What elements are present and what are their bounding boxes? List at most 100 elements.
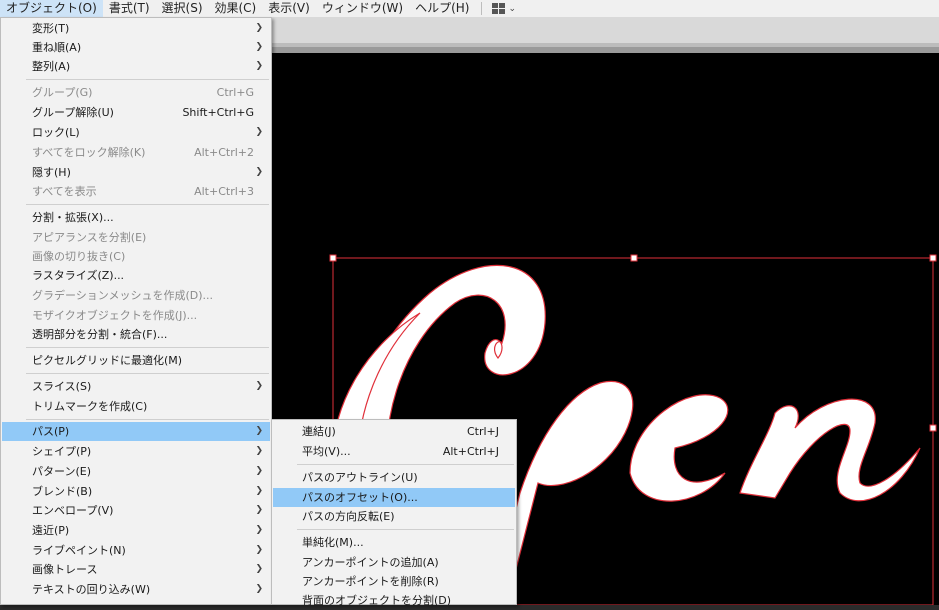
menu-item-crop-image[interactable]: 画像の切り抜き(C) bbox=[2, 247, 270, 266]
chevron-down-icon: ⌄ bbox=[508, 3, 516, 14]
menu-item-average[interactable]: 平均(V)... Alt+Ctrl+J bbox=[273, 442, 515, 461]
object-menu: 変形(T) ❯ 重ね順(A) ❯ 整列(A) ❯ グループ(G) Ctrl+G グループ… bbox=[0, 17, 272, 605]
menu-item-slice[interactable]: スライス(S) ❯ bbox=[2, 377, 270, 396]
menubar: オブジェクト(O) 書式(T) 選択(S) 効果(C) 表示(V) ウィンドウ(… bbox=[0, 0, 939, 17]
menu-item-blend[interactable]: ブレンド(B) ❯ bbox=[2, 482, 270, 501]
menu-item-simplify[interactable]: 単純化(M)... bbox=[273, 533, 515, 552]
menu-item-label: 連結(J) bbox=[302, 425, 336, 438]
menu-item-unlock-all[interactable]: すべてをロック解除(K) Alt+Ctrl+2 bbox=[2, 143, 270, 162]
menu-item-shape[interactable]: シェイプ(P) ❯ bbox=[2, 442, 270, 461]
menu-item-label: 重ね順(A) bbox=[32, 41, 82, 54]
menu-item-offset-path[interactable]: パスのオフセット(O)... bbox=[273, 488, 515, 507]
menu-item-pixel-perfect[interactable]: ピクセルグリッドに最適化(M) bbox=[2, 351, 270, 370]
workspace-switcher[interactable]: ⌄ bbox=[488, 0, 520, 17]
menu-item-label: ブレンド(B) bbox=[32, 485, 93, 498]
menu-item-label: パスのオフセット(O)... bbox=[302, 491, 418, 504]
menu-item-join[interactable]: 連結(J) Ctrl+J bbox=[273, 422, 515, 441]
menu-item-image-trace[interactable]: 画像トレース ❯ bbox=[2, 560, 270, 579]
menu-item-flatten-transparency[interactable]: 透明部分を分割・統合(F)... bbox=[2, 325, 270, 344]
submenu-arrow-icon: ❯ bbox=[255, 545, 263, 555]
menu-divider bbox=[26, 419, 269, 420]
menu-item-label: ロック(L) bbox=[32, 126, 80, 139]
menu-item-reverse-path[interactable]: パスの方向反転(E) bbox=[273, 507, 515, 526]
menu-item-label: すべてをロック解除(K) bbox=[32, 146, 146, 159]
menu-item-label: シェイプ(P) bbox=[32, 445, 92, 458]
menu-item-text-wrap[interactable]: テキストの回り込み(W) ❯ bbox=[2, 580, 270, 599]
menu-item-label: 整列(A) bbox=[32, 60, 71, 73]
submenu-arrow-icon: ❯ bbox=[255, 564, 263, 574]
menu-item-remove-anchor-points[interactable]: アンカーポイントを削除(R) bbox=[273, 572, 515, 591]
menu-item-gradient-mesh[interactable]: グラデーションメッシュを作成(D)... bbox=[2, 286, 270, 305]
submenu-arrow-icon: ❯ bbox=[255, 525, 263, 535]
menu-item-path[interactable]: パス(P) ❯ bbox=[2, 422, 270, 441]
submenu-arrow-icon: ❯ bbox=[255, 127, 263, 137]
menu-item-label: 変形(T) bbox=[32, 22, 70, 35]
menu-item-trim-marks[interactable]: トリムマークを作成(C) bbox=[2, 397, 270, 416]
menu-item-label: パス(P) bbox=[32, 425, 70, 438]
menu-item-rasterize[interactable]: ラスタライズ(Z)... bbox=[2, 266, 270, 285]
menu-item-lock[interactable]: ロック(L) ❯ bbox=[2, 123, 270, 142]
menu-item-shortcut: Alt+Ctrl+3 bbox=[194, 185, 254, 198]
menu-divider bbox=[297, 464, 514, 465]
selection-handle[interactable] bbox=[929, 254, 937, 262]
menu-select[interactable]: 選択(S) bbox=[156, 0, 209, 17]
submenu-arrow-icon: ❯ bbox=[255, 61, 263, 71]
menu-item-label: ライブペイント(N) bbox=[32, 544, 126, 557]
menu-item-label: アンカーポイントの追加(A) bbox=[302, 556, 439, 569]
menu-item-label: グループ解除(U) bbox=[32, 106, 114, 119]
menu-effect[interactable]: 効果(C) bbox=[209, 0, 263, 17]
selection-handle[interactable] bbox=[929, 424, 937, 432]
selection-handle[interactable] bbox=[329, 254, 337, 262]
submenu-arrow-icon: ❯ bbox=[255, 446, 263, 456]
menu-window[interactable]: ウィンドウ(W) bbox=[316, 0, 409, 17]
menu-item-label: エンベロープ(V) bbox=[32, 504, 114, 517]
menu-item-label: 透明部分を分割・統合(F)... bbox=[32, 328, 168, 341]
menu-item-group[interactable]: グループ(G) Ctrl+G bbox=[2, 83, 270, 102]
menu-item-mosaic[interactable]: モザイクオブジェクトを作成(J)... bbox=[2, 306, 270, 325]
menu-item-label: すべてを表示 bbox=[32, 185, 97, 198]
menu-divider bbox=[26, 79, 269, 80]
menu-type[interactable]: 書式(T) bbox=[103, 0, 156, 17]
menu-item-shortcut: Alt+Ctrl+2 bbox=[194, 146, 254, 159]
menu-item-label: 単純化(M)... bbox=[302, 536, 364, 549]
menu-item-label: パターン(E) bbox=[32, 465, 91, 478]
menu-item-pattern[interactable]: パターン(E) ❯ bbox=[2, 462, 270, 481]
menu-item-arrange[interactable]: 重ね順(A) ❯ bbox=[2, 38, 270, 57]
menu-item-label: アンカーポイントを削除(R) bbox=[302, 575, 439, 588]
menu-item-expand-appearance[interactable]: アピアランスを分割(E) bbox=[2, 228, 270, 247]
menu-item-divide-below[interactable]: 背面のオブジェクトを分割(D) bbox=[273, 591, 515, 610]
menu-item-live-paint[interactable]: ライブペイント(N) ❯ bbox=[2, 541, 270, 560]
menu-item-label: パスのアウトライン(U) bbox=[302, 471, 418, 484]
menu-object[interactable]: オブジェクト(O) bbox=[0, 0, 103, 17]
menu-divider bbox=[297, 529, 514, 530]
menu-item-transform[interactable]: 変形(T) ❯ bbox=[2, 19, 270, 38]
menu-item-label: アピアランスを分割(E) bbox=[32, 231, 147, 244]
menu-item-hide[interactable]: 隠す(H) ❯ bbox=[2, 163, 270, 182]
menu-item-show-all[interactable]: すべてを表示 Alt+Ctrl+3 bbox=[2, 182, 270, 201]
menu-view[interactable]: 表示(V) bbox=[262, 0, 316, 17]
submenu-arrow-icon: ❯ bbox=[255, 167, 263, 177]
menu-item-label: スライス(S) bbox=[32, 380, 92, 393]
menu-item-ungroup[interactable]: グループ解除(U) Shift+Ctrl+G bbox=[2, 103, 270, 122]
menu-item-envelope[interactable]: エンベロープ(V) ❯ bbox=[2, 501, 270, 520]
menu-item-shortcut: Ctrl+J bbox=[466, 425, 499, 438]
submenu-arrow-icon: ❯ bbox=[255, 505, 263, 515]
menu-item-label: グループ(G) bbox=[32, 86, 93, 99]
menu-item-align[interactable]: 整列(A) ❯ bbox=[2, 57, 270, 76]
submenu-arrow-icon: ❯ bbox=[255, 23, 263, 33]
workspace-grid-icon bbox=[492, 3, 506, 14]
menu-item-shortcut: Alt+Ctrl+J bbox=[442, 445, 499, 458]
menu-help[interactable]: ヘルプ(H) bbox=[409, 0, 475, 17]
menu-item-label: ラスタライズ(Z)... bbox=[32, 269, 125, 282]
menu-divider bbox=[26, 347, 269, 348]
selection-handle[interactable] bbox=[630, 254, 638, 262]
menu-item-add-anchor-points[interactable]: アンカーポイントの追加(A) bbox=[273, 553, 515, 572]
menu-item-perspective[interactable]: 遠近(P) ❯ bbox=[2, 521, 270, 540]
menu-divider bbox=[26, 373, 269, 374]
menu-item-outline-stroke[interactable]: パスのアウトライン(U) bbox=[273, 468, 515, 487]
submenu-arrow-icon: ❯ bbox=[255, 486, 263, 496]
menu-item-label: 平均(V)... bbox=[302, 445, 351, 458]
menu-item-label: パスの方向反転(E) bbox=[302, 510, 395, 523]
menu-item-label: 分割・拡張(X)... bbox=[32, 211, 114, 224]
menu-item-expand[interactable]: 分割・拡張(X)... bbox=[2, 208, 270, 227]
